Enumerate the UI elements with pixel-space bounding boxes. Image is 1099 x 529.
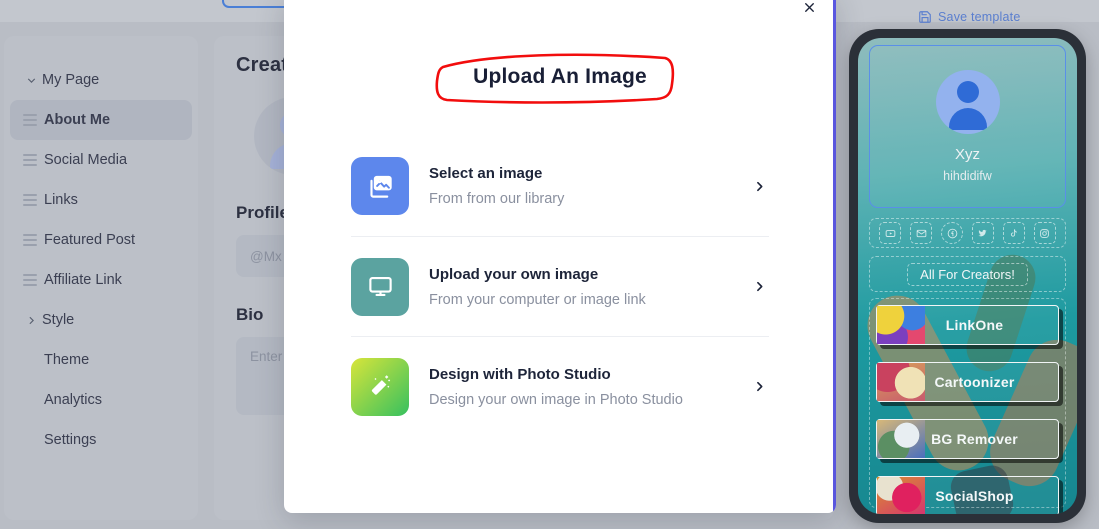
- sidebar-item-label: About Me: [44, 112, 111, 128]
- preview-headline-box[interactable]: All For Creators!: [869, 256, 1066, 292]
- modal-title-wrap: Upload An Image: [435, 53, 675, 104]
- chevron-right-icon: [20, 314, 42, 327]
- preview-profile-name: Xyz: [954, 146, 980, 163]
- sidebar-item-label: Settings: [44, 432, 97, 448]
- drag-handle-icon: [20, 194, 44, 206]
- modal-accent-bar: [833, 0, 836, 513]
- preview-link-label: LinkOne: [945, 317, 1004, 333]
- option-design-with-photo-studio[interactable]: Design with Photo Studio Design your own…: [351, 336, 769, 436]
- chevron-right-icon[interactable]: [749, 180, 769, 193]
- save-template-label: Save template: [938, 10, 1021, 24]
- preview-link-button[interactable]: LinkOne: [876, 305, 1059, 345]
- chevron-down-icon: [20, 74, 42, 87]
- sidebar-item-label: Analytics: [44, 392, 103, 408]
- option-subtitle: From from our library: [429, 191, 565, 207]
- preview-link-button[interactable]: BG Remover: [876, 419, 1059, 459]
- floppy-disk-icon: [918, 10, 932, 24]
- sidebar-item-label: Social Media: [44, 152, 128, 168]
- option-title: Select an image: [429, 165, 543, 182]
- close-button[interactable]: [799, 0, 819, 20]
- sidebar-item-analytics[interactable]: Analytics: [10, 380, 192, 420]
- option-text: Upload your own image From your computer…: [429, 266, 729, 308]
- option-title: Upload your own image: [429, 265, 599, 283]
- phone-preview: Xyz hihdidifw All For Creators! LinkOne …: [849, 29, 1086, 523]
- sidebar-item-label: Featured Post: [44, 232, 136, 248]
- preview-headline: All For Creators!: [907, 262, 1028, 286]
- phone-screen: Xyz hihdidifw All For Creators! LinkOne …: [858, 38, 1077, 514]
- email-icon[interactable]: [910, 222, 933, 244]
- option-subtitle: From your computer or image link: [429, 291, 646, 308]
- image-library-icon: [351, 157, 409, 215]
- sidebar-item-featured-post[interactable]: Featured Post: [10, 220, 192, 260]
- sidebar-item-social-media[interactable]: Social Media: [10, 140, 192, 180]
- tiktok-icon[interactable]: [1002, 222, 1025, 244]
- option-text: Select an image From from our library: [429, 165, 729, 207]
- link-thumbnail: [877, 306, 925, 344]
- screen-root: Save template My Page About Me Social Me…: [0, 0, 1099, 529]
- sidebar-item-label: Links: [44, 192, 78, 208]
- sidebar-item-settings[interactable]: Settings: [10, 420, 192, 460]
- sidebar-item-style[interactable]: Style: [10, 300, 192, 340]
- desktop-monitor-icon: [351, 257, 409, 316]
- drag-handle-icon: [20, 114, 44, 126]
- twitter-icon[interactable]: [971, 222, 994, 244]
- modal-title: Upload An Image: [473, 65, 647, 88]
- option-select-an-image[interactable]: Select an image From from our library: [351, 136, 769, 236]
- preview-profile-card[interactable]: Xyz hihdidifw: [869, 45, 1066, 208]
- preview-profile-handle: hihdidifw: [943, 169, 992, 183]
- drag-handle-icon: [20, 154, 44, 166]
- preview-link-button[interactable]: Cartoonizer: [876, 362, 1059, 402]
- chevron-right-icon[interactable]: [749, 280, 769, 293]
- preview-social-row[interactable]: [869, 218, 1066, 248]
- chevron-right-icon[interactable]: [749, 380, 769, 393]
- sidebar-item-label: My Page: [42, 72, 100, 88]
- upload-image-modal: Upload An Image Select an image From fro…: [284, 0, 836, 513]
- sidebar-item-links[interactable]: Links: [10, 180, 192, 220]
- instagram-icon[interactable]: [1033, 222, 1056, 244]
- option-upload-your-own-image[interactable]: Upload your own image From your computer…: [351, 236, 769, 336]
- facebook-icon[interactable]: [941, 222, 964, 244]
- profile-input-value: @Mx: [250, 248, 282, 264]
- drag-handle-icon: [20, 274, 44, 286]
- sidebar-item-label: Style: [42, 312, 75, 328]
- sidebar-item-about-me[interactable]: About Me: [10, 100, 192, 140]
- preview-link-label: BG Remover: [931, 431, 1018, 447]
- sidebar-item-theme[interactable]: Theme: [10, 340, 192, 380]
- magic-wand-icon: [351, 357, 409, 416]
- drag-handle-icon: [20, 234, 44, 246]
- sidebar-item-label: Affiliate Link: [44, 272, 122, 288]
- link-thumbnail: [877, 363, 925, 401]
- link-thumbnail: [877, 477, 925, 514]
- link-thumbnail: [877, 420, 925, 458]
- sidebar-item-my-page[interactable]: My Page: [10, 60, 192, 100]
- user-avatar-icon: [935, 70, 1000, 134]
- option-text: Design with Photo Studio Design your own…: [429, 366, 729, 408]
- sidebar: My Page About Me Social Media Links Feat…: [4, 36, 198, 520]
- preview-link-label: SocialShop: [935, 488, 1014, 504]
- preview-links-wrap: LinkOne Cartoonizer BG Remover SocialSho…: [869, 298, 1066, 514]
- save-template-button[interactable]: Save template: [918, 10, 1021, 24]
- upload-options-list: Select an image From from our library Up…: [351, 136, 769, 436]
- option-subtitle: Design your own image in Photo Studio: [429, 391, 683, 408]
- youtube-icon[interactable]: [879, 222, 902, 244]
- sidebar-item-label: Theme: [44, 352, 90, 368]
- preview-link-button[interactable]: SocialShop: [876, 476, 1059, 514]
- option-title: Design with Photo Studio: [429, 365, 611, 383]
- close-icon: [802, 0, 817, 20]
- sidebar-item-affiliate-link[interactable]: Affiliate Link: [10, 260, 192, 300]
- preview-link-label: Cartoonizer: [934, 374, 1015, 390]
